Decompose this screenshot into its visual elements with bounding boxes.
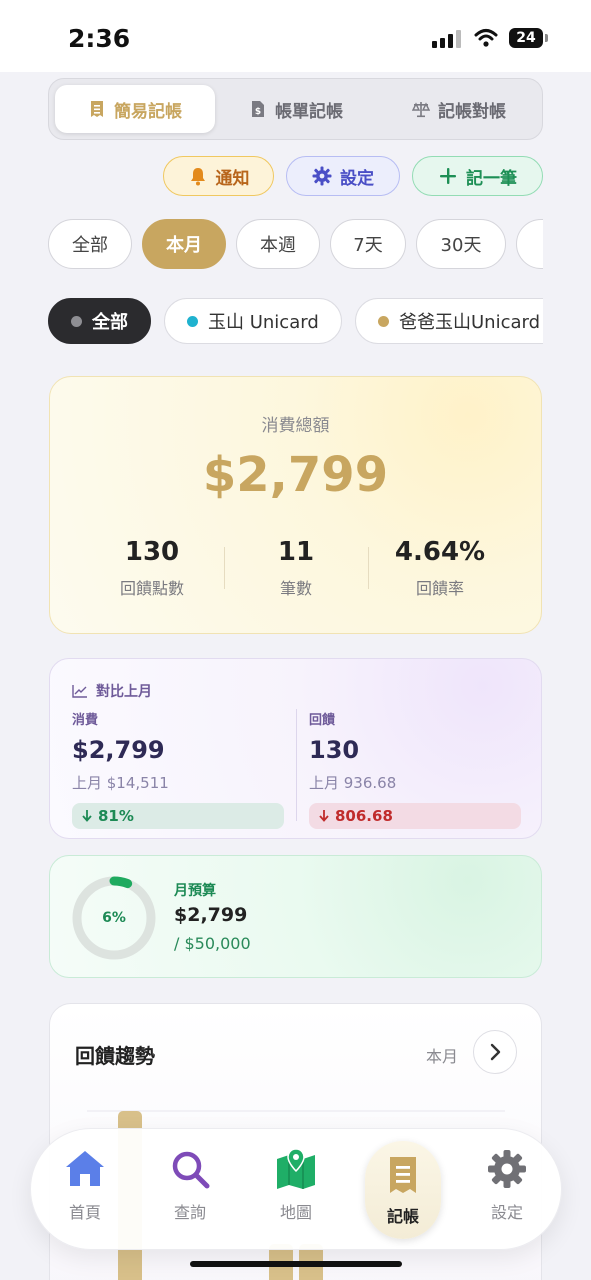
spend-comparison: 消費 $2,799 上月 $14,511 81% <box>72 709 284 829</box>
map-icon <box>277 1148 315 1189</box>
home-icon <box>66 1151 104 1186</box>
card-filter-dad-esun-unicard[interactable]: 爸爸玉山Unicard <box>355 298 543 344</box>
search-icon <box>172 1151 210 1189</box>
svg-text:$: $ <box>255 107 261 117</box>
divider <box>296 709 297 821</box>
card-label: 玉山 Unicard <box>208 312 319 333</box>
cellular-signal-icon <box>432 30 461 48</box>
range-this-week[interactable]: 本週 <box>236 219 320 269</box>
stat-reward-rate: 4.64% 回饋率 <box>365 537 515 599</box>
stat-label: 回饋點數 <box>119 579 184 598</box>
receipt-icon <box>390 1157 416 1193</box>
card-color-dot <box>71 315 82 327</box>
add-label: 記一筆 <box>466 168 517 189</box>
notify-button[interactable]: 通知 <box>163 156 274 196</box>
settings-button[interactable]: 設定 <box>286 156 400 196</box>
reward-change-badge: 806.68 <box>309 803 521 829</box>
range-7-days[interactable]: 7天 <box>330 219 406 269</box>
scale-icon <box>412 102 430 118</box>
status-bar: 2:36 24 <box>0 0 591 72</box>
total-spending: $2,799 <box>202 447 389 503</box>
comparison-title: 對比上月 <box>96 684 152 700</box>
arrow-down-icon <box>82 810 92 822</box>
card-filter-esun-unicard[interactable]: 玉山 Unicard <box>164 298 342 344</box>
wifi-icon <box>474 29 498 47</box>
tab-reconcile[interactable]: 記帳對帳 <box>379 85 539 133</box>
tab-label: 簡易記帳 <box>114 101 182 122</box>
stat-transaction-count: 11 筆數 <box>221 537 371 599</box>
add-entry-button[interactable]: 記一筆 <box>412 156 543 196</box>
budget-spent: $2,799 <box>174 904 248 926</box>
stat-reward-points: 130 回饋點數 <box>77 537 227 599</box>
trend-range: 本月 <box>426 1047 459 1066</box>
bell-icon <box>190 168 205 186</box>
tab-map[interactable]: 地圖 <box>253 1147 339 1233</box>
budget-percent: 6% <box>102 910 126 926</box>
tab-label: 設定 <box>490 1203 523 1222</box>
stat-label: 回饋率 <box>415 579 464 598</box>
gear-icon <box>312 166 332 186</box>
range-this-month[interactable]: 本月 <box>142 219 226 269</box>
spending-summary-card: 消費總額 $2,799 130 回饋點數 11 筆數 4.64% 回饋率 <box>49 376 542 634</box>
summary-title: 消費總額 <box>261 416 330 436</box>
mode-segmented-control: 簡易記帳 $ 帳單記帳 記帳對帳 <box>48 78 543 140</box>
tab-bill-bookkeeping[interactable]: $ 帳單記帳 <box>221 85 371 133</box>
tab-search[interactable]: 查詢 <box>147 1147 233 1233</box>
trend-expand-button[interactable] <box>473 1030 517 1074</box>
settings-label: 設定 <box>340 168 374 189</box>
card-label: 爸爸玉山Unicard <box>399 312 541 333</box>
range-30-days[interactable]: 30天 <box>416 219 506 269</box>
date-range-filter: 全部 本月 本週 7天 30天 <box>48 219 543 269</box>
stat-value: 4.64% <box>394 537 486 567</box>
range-all[interactable]: 全部 <box>48 219 132 269</box>
reward-label: 回饋 <box>309 713 336 728</box>
stat-value: 130 <box>124 537 180 567</box>
tab-settings[interactable]: 設定 <box>464 1147 550 1233</box>
spend-label: 消費 <box>72 713 99 728</box>
notify-label: 通知 <box>215 168 250 189</box>
card-color-dot <box>187 315 198 327</box>
budget-label: 月預算 <box>174 883 216 899</box>
card-filter-all[interactable]: 全部 <box>48 298 151 344</box>
arrow-down-icon <box>319 810 329 822</box>
tab-label: 首頁 <box>68 1203 101 1222</box>
stat-label: 筆數 <box>279 579 312 598</box>
stat-value: 11 <box>277 537 315 567</box>
chevron-right-icon <box>490 1043 501 1061</box>
tab-label: 查詢 <box>173 1203 206 1222</box>
plus-icon <box>440 168 456 184</box>
tab-bookkeeping[interactable]: 記帳 <box>365 1141 441 1239</box>
budget-total: / $50,000 <box>174 934 251 953</box>
home-indicator <box>190 1261 402 1267</box>
card-color-dot <box>378 315 389 327</box>
reward-value: 130 <box>309 736 360 764</box>
tab-simple-bookkeeping[interactable]: 簡易記帳 <box>55 85 215 133</box>
reward-comparison: 回饋 130 上月 936.68 806.68 <box>309 709 521 829</box>
tab-label: 記帳 <box>386 1207 419 1226</box>
reward-change: 806.68 <box>335 807 393 825</box>
tab-label: 帳單記帳 <box>275 101 343 122</box>
card-label: 全部 <box>92 312 128 333</box>
range-more[interactable] <box>516 219 543 269</box>
spend-value: $2,799 <box>72 736 165 764</box>
spend-previous: 上月 $14,511 <box>72 774 169 792</box>
spend-change: 81% <box>98 807 134 825</box>
tab-home[interactable]: 首頁 <box>42 1147 128 1233</box>
bill-icon: $ <box>252 101 264 117</box>
gear-icon <box>488 1150 526 1188</box>
status-time: 2:36 <box>68 24 131 53</box>
bottom-tab-bar: 首頁 查詢 地圖 記帳 設定 <box>30 1128 562 1250</box>
spend-change-badge: 81% <box>72 803 284 829</box>
card-filter: 全部 玉山 Unicard 爸爸玉山Unicard <box>48 298 543 346</box>
trend-title: 回饋趨勢 <box>75 1044 155 1068</box>
monthly-budget-card[interactable]: 6% 月預算 $2,799 / $50,000 <box>49 855 542 978</box>
tab-label: 記帳對帳 <box>438 101 506 122</box>
reward-previous: 上月 936.68 <box>309 774 397 792</box>
receipt-icon <box>91 101 103 117</box>
comparison-header: 對比上月 <box>72 681 152 701</box>
battery-icon: 24 <box>509 28 548 48</box>
line-chart-icon <box>72 685 87 698</box>
month-comparison-card: 對比上月 消費 $2,799 上月 $14,511 81% 回饋 130 上月 … <box>49 658 542 839</box>
tab-label: 地圖 <box>279 1203 312 1222</box>
